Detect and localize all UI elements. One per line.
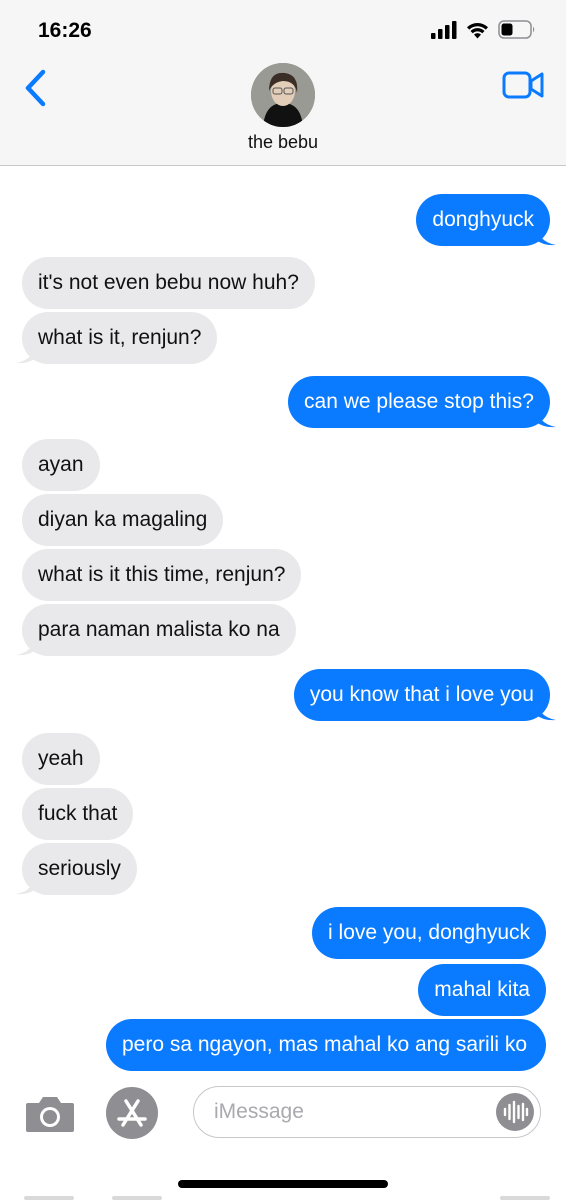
dock-ghost bbox=[500, 1196, 550, 1200]
imessage-input[interactable]: iMessage bbox=[193, 1086, 541, 1138]
message-bubble-sent[interactable]: donghyuck bbox=[416, 194, 550, 246]
wifi-icon bbox=[467, 22, 488, 38]
message-text: seriously bbox=[38, 857, 121, 880]
message-text: mahal kita bbox=[434, 978, 530, 1001]
audio-record-button[interactable] bbox=[496, 1093, 534, 1131]
audio-wave-icon bbox=[503, 1100, 529, 1124]
contact-name[interactable]: the bebu bbox=[0, 132, 566, 153]
back-chevron-icon[interactable] bbox=[22, 68, 52, 108]
bubble-tail bbox=[536, 699, 556, 721]
bubble-tail bbox=[16, 342, 36, 364]
message-bubble-received[interactable]: yeah bbox=[22, 733, 100, 785]
message-text: can we please stop this? bbox=[304, 390, 534, 413]
camera-icon[interactable] bbox=[24, 1094, 76, 1134]
message-text: pero sa ngayon, mas mahal ko ang sarili … bbox=[122, 1033, 528, 1056]
message-text: what is it this time, renjun? bbox=[38, 563, 286, 586]
app-store-icon bbox=[117, 1099, 147, 1127]
contact-avatar[interactable] bbox=[251, 63, 315, 127]
message-bubble-sent[interactable]: can we please stop this? bbox=[288, 376, 550, 428]
video-call-icon[interactable] bbox=[502, 70, 544, 100]
message-text: i love you, donghyuck bbox=[328, 921, 530, 944]
home-indicator[interactable] bbox=[178, 1180, 388, 1188]
message-text: ayan bbox=[38, 453, 84, 476]
message-bubble-received[interactable]: para naman malista ko na bbox=[22, 604, 296, 656]
message-bubble-received[interactable]: ayan bbox=[22, 439, 100, 491]
message-bubble-sent[interactable]: mahal kita bbox=[418, 964, 546, 1016]
message-text: fuck that bbox=[38, 802, 118, 825]
message-list[interactable]: donghyuck it's not even bebu now huh? wh… bbox=[0, 167, 566, 1075]
message-bubble-received[interactable]: seriously bbox=[22, 843, 137, 895]
message-text: para naman malista ko na bbox=[38, 618, 280, 641]
signal-icon bbox=[431, 20, 457, 39]
imessage-placeholder: iMessage bbox=[214, 1100, 304, 1123]
message-text: donghyuck bbox=[432, 208, 534, 231]
battery-icon bbox=[498, 20, 535, 39]
message-bubble-received[interactable]: what is it, renjun? bbox=[22, 312, 218, 364]
message-bubble-received[interactable]: fuck that bbox=[22, 788, 134, 840]
message-bubble-received[interactable]: what is it this time, renjun? bbox=[22, 549, 302, 601]
message-text: you know that i love you bbox=[309, 683, 534, 706]
message-text: yeah bbox=[38, 747, 84, 770]
imessage-screen: 16:26 the bebu donghyuck it's not even b… bbox=[0, 0, 566, 1200]
message-bubble-received[interactable]: diyan ka magaling bbox=[22, 494, 224, 546]
app-store-button[interactable] bbox=[106, 1087, 158, 1139]
dock-ghost bbox=[24, 1196, 74, 1200]
message-text: diyan ka magaling bbox=[38, 508, 208, 531]
message-text: it's not even bebu now huh? bbox=[38, 271, 299, 294]
status-time: 16:26 bbox=[38, 19, 92, 42]
bubble-tail bbox=[536, 406, 556, 428]
dock-ghost bbox=[112, 1196, 162, 1200]
status-icons bbox=[431, 20, 536, 39]
message-bubble-sent[interactable]: i love you, donghyuck bbox=[312, 907, 546, 959]
message-bubble-received[interactable]: it's not even bebu now huh? bbox=[22, 257, 315, 309]
conversation-header: 16:26 the bebu bbox=[0, 0, 566, 166]
bubble-tail bbox=[536, 224, 556, 246]
bubble-tail bbox=[16, 873, 36, 895]
bubble-tail bbox=[16, 634, 36, 656]
message-bubble-sent[interactable]: you know that i love you bbox=[293, 669, 550, 721]
message-text: what is it, renjun? bbox=[38, 326, 202, 349]
message-bubble-sent[interactable]: pero sa ngayon, mas mahal ko ang sarili … bbox=[106, 1019, 546, 1071]
